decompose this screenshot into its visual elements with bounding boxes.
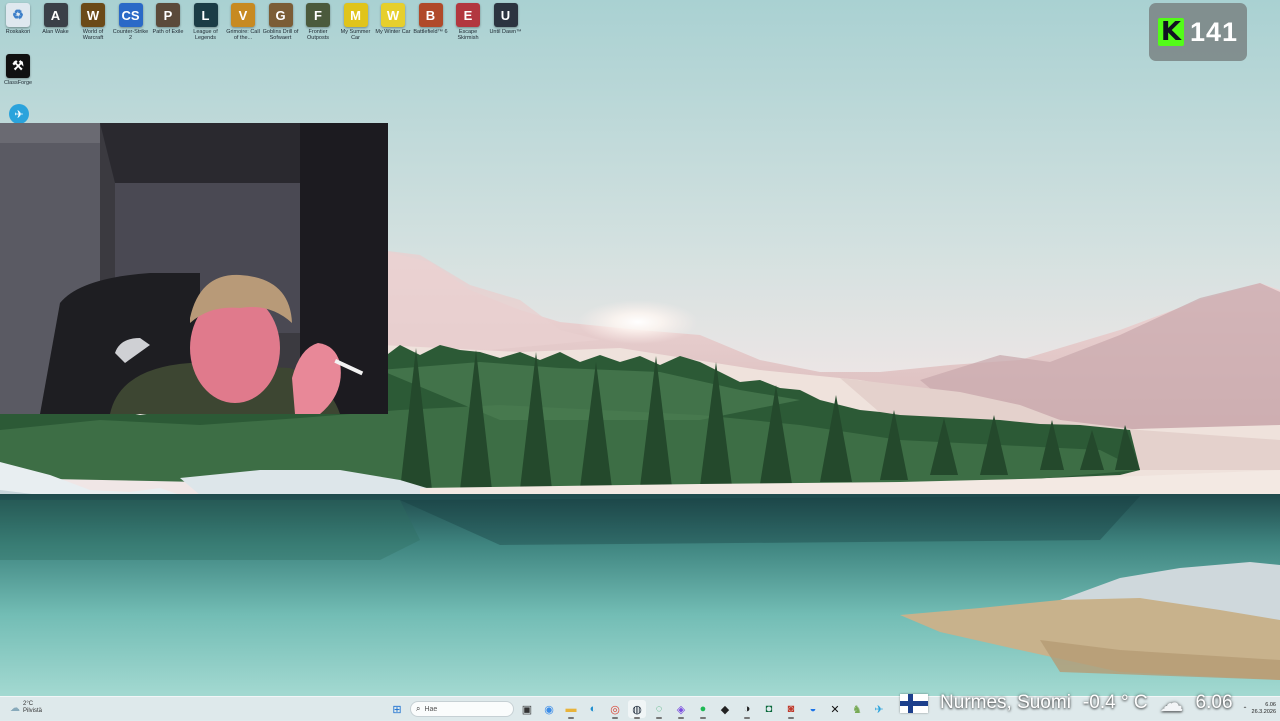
file-explorer-icon[interactable]: ▬ [562, 700, 580, 719]
desktop-icon-label: Escape Skirmish [457, 29, 479, 41]
overlay-temperature: -0.4 ° C [1082, 692, 1148, 713]
edge-icon[interactable]: ◐ [584, 700, 602, 718]
game-icon[interactable]: ♞ [848, 700, 866, 718]
desktop-icon-label: Until Dawn™ [489, 29, 522, 35]
location-name: Nurmes, Suomi [940, 692, 1071, 713]
kick-logo-icon: K [1157, 18, 1184, 46]
weather-temperature: 2°C [23, 701, 34, 707]
desktop-icon[interactable]: L League of Legends [188, 3, 224, 41]
capcut-icon[interactable]: ✕ [826, 700, 844, 718]
taskbar-app-area: ⊞ ⌕ Hae ▣ ◉ ▬ ◐ ◎ ◍ ◌ ◈ ● ◆ ◑ ◘ ◙ ◒ ✕ ♞ … [388, 697, 888, 721]
messenger-icon[interactable]: ◈ [672, 700, 690, 719]
overlay-time: 6.06 [1195, 692, 1233, 713]
cloud-icon: ☁ [1159, 689, 1184, 717]
goblins-icon: G [268, 3, 293, 27]
desktop-icon-label: World of Warcraft [82, 29, 104, 41]
desktop-icon-label: Grimoire: Call of the... [226, 29, 260, 41]
telegram-taskbar-icon[interactable]: ✈ [870, 700, 888, 718]
system-tray: ⌃ 6.06 26.3.2026 [1243, 697, 1277, 721]
desktop-icon-label: My Summer Car [340, 29, 371, 41]
desktop-icon-label: Roskakori [5, 29, 31, 35]
recycle-bin-icon: ♻ [6, 3, 30, 27]
epic-games-icon[interactable]: ◆ [716, 700, 734, 718]
path-of-exile-icon: P [156, 3, 180, 27]
search-icon: ⌕ [416, 704, 421, 713]
desktop-icon-label: Alan Wake [42, 29, 69, 35]
desktop-icon-label: Battlefield™ 6 [413, 29, 448, 35]
desktop-icon[interactable]: P Path of Exile [150, 3, 186, 35]
stream-weather-overlay: Nurmes, Suomi -0.4 ° C ☁ 6.06 [900, 688, 1233, 718]
battlefield-icon: B [418, 3, 443, 27]
desktop-icon[interactable]: M My Summer Car [338, 3, 374, 41]
desktop-icon[interactable]: W World of Warcraft [75, 3, 111, 41]
system-clock[interactable]: 6.06 26.3.2026 [1252, 702, 1276, 716]
desktop-icon[interactable]: F Frontier Outposts [300, 3, 336, 41]
until-dawn-icon: U [493, 3, 518, 27]
escape-skirmish-icon: E [456, 3, 480, 27]
search-placeholder: Hae [424, 705, 438, 713]
app-blue-icon[interactable]: ◒ [804, 700, 822, 718]
telegram-icon[interactable]: ✈ [9, 104, 29, 124]
counter-strike-icon: CS [118, 3, 143, 27]
desktop-icon[interactable]: U Until Dawn™ [488, 3, 524, 35]
my-winter-car-icon: W [381, 3, 405, 27]
weather-description: Pilvistä [23, 708, 43, 714]
viewer-count: 141 [1189, 16, 1239, 47]
clock-time: 6.06 [1265, 702, 1276, 708]
desktop-icon[interactable]: G Goblins Drill of Sofwaert [263, 3, 299, 41]
task-view-button[interactable]: ▣ [518, 700, 536, 718]
cloud-icon: ☁ [10, 702, 20, 714]
desktop-icon[interactable]: V Grimoire: Call of the... [225, 3, 261, 41]
spotify-icon[interactable]: ● [694, 700, 712, 719]
desktop-icon-classforge[interactable]: ⚒ ClassForge [0, 54, 36, 86]
alan-wake-icon: A [43, 3, 68, 27]
desktop-icon[interactable]: B Battlefield™ 6 [413, 3, 449, 35]
start-button[interactable]: ⊞ [388, 700, 406, 718]
desktop-icon[interactable]: ♻ Roskakori [0, 3, 36, 35]
desktop-icon[interactable]: CS Counter-Strike 2 [113, 3, 149, 41]
finland-flag-icon [900, 693, 928, 713]
outposts-icon: F [306, 3, 330, 27]
tray-chevron-icon[interactable]: ⌃ [1243, 706, 1248, 713]
desktop-icon-label: ClassForge [3, 80, 33, 86]
whatsapp-icon[interactable]: ◌ [650, 700, 668, 719]
desktop-icon[interactable]: W My Winter Car [375, 3, 411, 35]
kick-viewer-badge: K 141 [1149, 3, 1247, 61]
record-icon[interactable]: ◙ [782, 700, 800, 719]
clock-date: 26.3.2026 [1251, 709, 1276, 715]
desktop-icon[interactable]: E Escape Skirmish [450, 3, 486, 41]
gamepad-icon[interactable]: ◘ [760, 700, 778, 718]
obs-icon[interactable]: ◑ [738, 700, 756, 719]
desktop-icon-label: My Winter Car [375, 29, 411, 35]
desktop-icon-label: Counter-Strike 2 [112, 29, 149, 41]
call-of-the-icon: V [231, 3, 255, 27]
search-box[interactable]: ⌕ Hae [410, 701, 514, 717]
copilot-icon[interactable]: ◉ [540, 700, 558, 718]
steam-icon[interactable]: ◍ [628, 700, 646, 719]
chrome-icon[interactable]: ◎ [606, 700, 624, 719]
classforge-icon: ⚒ [6, 54, 30, 78]
desktop-icon-label: Path of Exile [152, 29, 184, 35]
my-summer-car-icon: M [343, 3, 368, 27]
desktop-icon-label: Goblins Drill of Sofwaert [262, 29, 299, 41]
desktop-icon[interactable]: A Alan Wake [38, 3, 74, 35]
warcraft-icon: W [81, 3, 105, 27]
desktop-icon-label: Frontier Outposts [306, 29, 329, 41]
league-of-legends-icon: L [193, 3, 218, 27]
taskbar-weather-widget[interactable]: ☁ 2°C Pilvistä [10, 701, 42, 715]
desktop-icon-label: League of Legends [193, 29, 218, 41]
webcam-overlay [0, 123, 388, 414]
